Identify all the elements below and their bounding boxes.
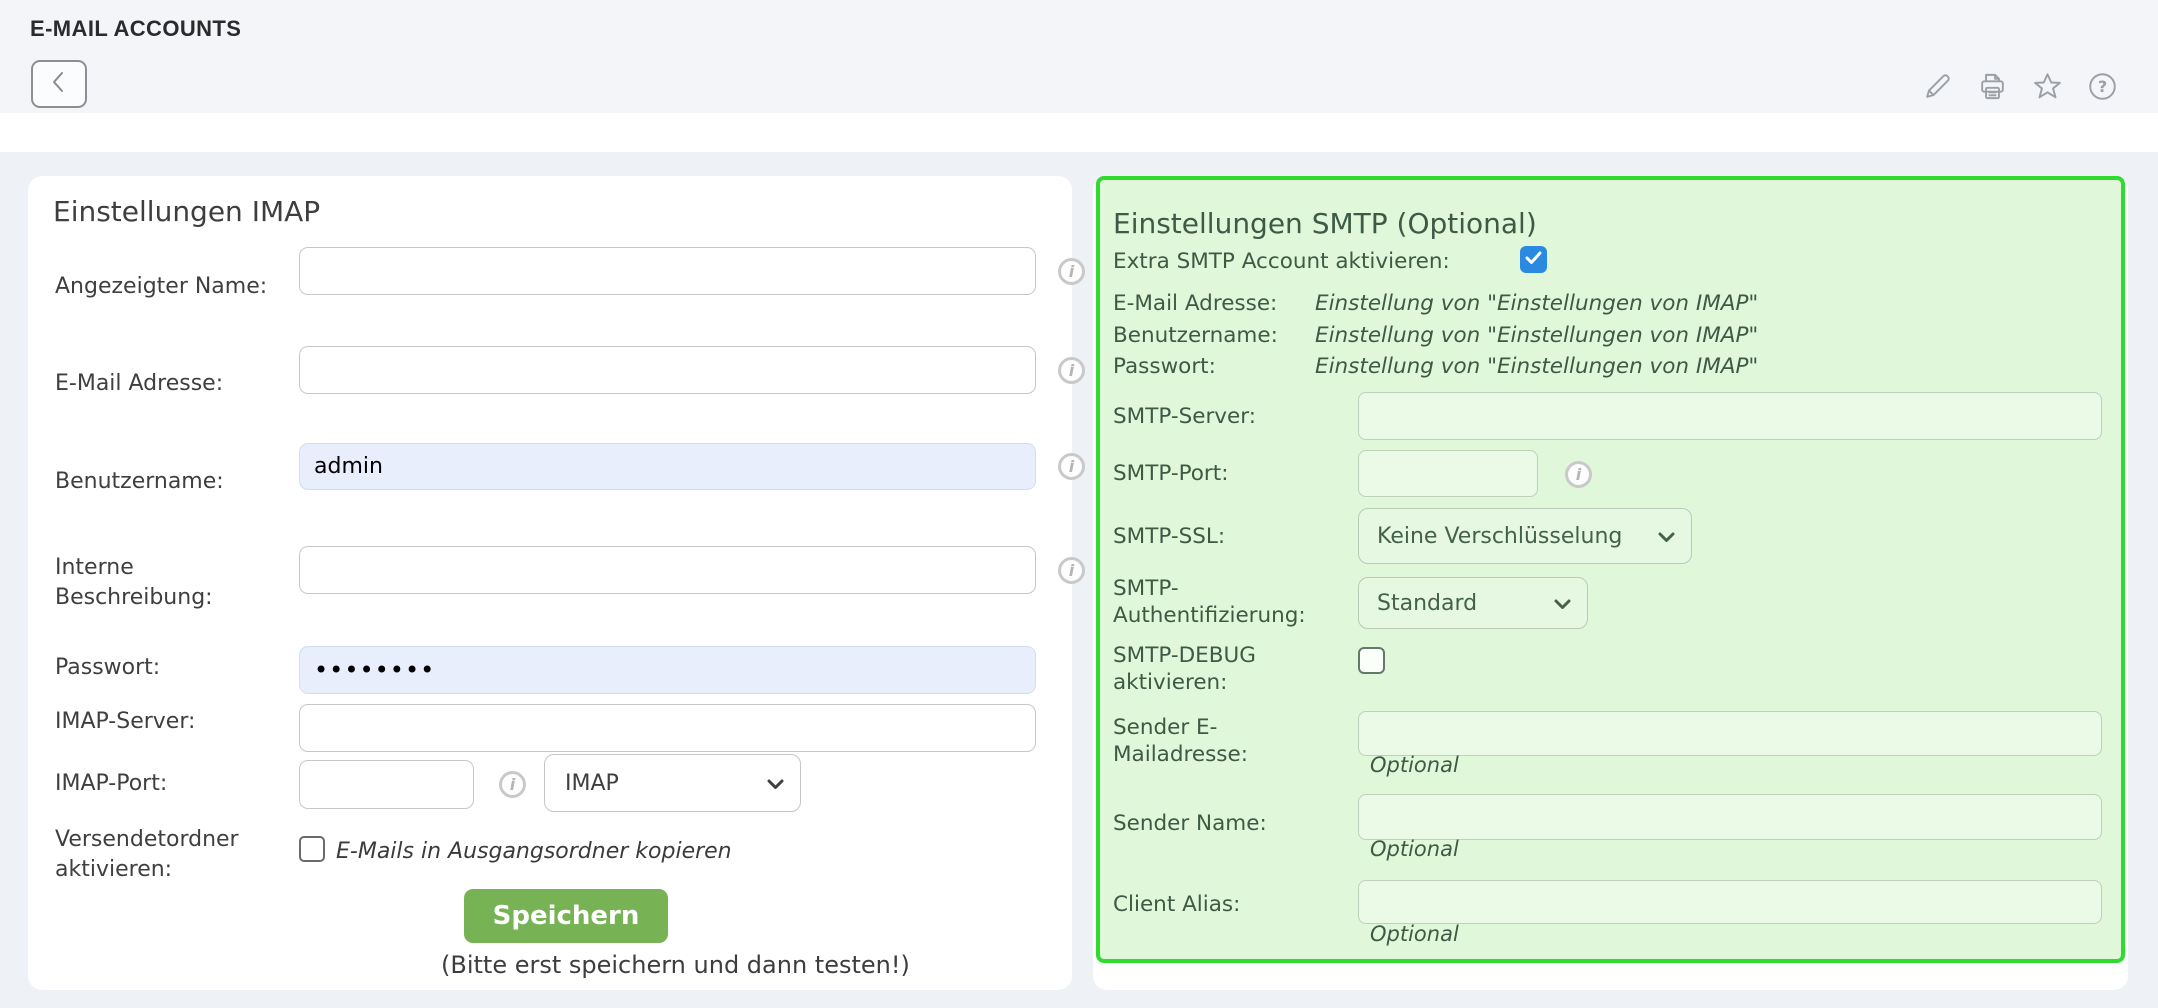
svg-text:?: ?	[2098, 77, 2107, 96]
info-icon[interactable]: i	[1058, 258, 1085, 285]
printer-icon[interactable]	[1977, 71, 2008, 102]
description-input[interactable]	[299, 546, 1036, 594]
sender-name-label: Sender Name:	[1113, 810, 1348, 837]
imap-server-label: IMAP-Server:	[55, 707, 285, 737]
smtp-auth-label: SMTP-Authentifizierung:	[1113, 575, 1348, 629]
smtp-email-label: E-Mail Adresse:	[1113, 290, 1348, 317]
smtp-debug-label: SMTP-DEBUG aktivieren:	[1113, 642, 1348, 696]
smtp-port-label: SMTP-Port:	[1113, 460, 1348, 487]
header-toolbar: ?	[1922, 71, 2118, 102]
star-icon[interactable]	[2032, 71, 2063, 102]
smtp-ssl-select[interactable]: Keine Verschlüsselung	[1358, 508, 1692, 564]
smtp-username-label: Benutzername:	[1113, 322, 1348, 349]
smtp-port-input[interactable]	[1358, 450, 1538, 497]
chevron-down-icon	[1658, 524, 1675, 549]
imap-protocol-selected-value: IMAP	[565, 771, 619, 796]
smtp-ssl-selected-value: Keine Verschlüsselung	[1377, 524, 1622, 549]
chevron-left-icon	[49, 68, 69, 100]
sender-name-input[interactable]	[1358, 794, 2102, 840]
imap-server-input[interactable]	[299, 704, 1036, 752]
info-icon[interactable]: i	[1058, 357, 1085, 384]
imap-panel: Einstellungen IMAP Angezeigter Name: i E…	[28, 176, 1072, 990]
page-header: E-MAIL ACCOUNTS	[0, 0, 2158, 113]
divider-strip	[0, 113, 2158, 152]
smtp-password-label: Passwort:	[1113, 353, 1348, 380]
info-icon[interactable]: i	[1058, 453, 1085, 480]
pencil-icon[interactable]	[1922, 71, 1953, 102]
display-name-input[interactable]	[299, 247, 1036, 295]
smtp-panel-title: Einstellungen SMTP (Optional)	[1113, 207, 1537, 241]
sent-folder-checkbox[interactable]	[299, 836, 325, 862]
smtp-email-value: Einstellung von "Einstellungen von IMAP"	[1315, 290, 1758, 317]
smtp-username-value: Einstellung von "Einstellungen von IMAP"	[1315, 322, 1758, 349]
display-name-label: Angezeigter Name:	[55, 272, 285, 302]
smtp-server-input[interactable]	[1358, 392, 2102, 440]
sender-email-optional-note: Optional	[1370, 753, 1459, 777]
sender-email-label: Sender E-Mailadresse:	[1113, 714, 1348, 768]
info-icon[interactable]: i	[1565, 461, 1592, 488]
description-label: Interne Beschreibung:	[55, 553, 285, 613]
sender-email-input[interactable]	[1358, 711, 2102, 756]
save-hint: (Bitte erst speichern und dann testen!)	[441, 951, 910, 979]
email-label: E-Mail Adresse:	[55, 369, 285, 399]
sent-folder-checkbox-label: E-Mails in Ausgangsordner kopieren	[336, 837, 732, 867]
save-button[interactable]: Speichern	[464, 889, 668, 943]
email-accounts-screen: E-MAIL ACCOUNTS	[0, 0, 2158, 1008]
back-button[interactable]	[31, 60, 87, 108]
username-label: Benutzername:	[55, 467, 285, 497]
help-icon[interactable]: ?	[2087, 71, 2118, 102]
smtp-panel: Einstellungen SMTP (Optional) Extra SMTP…	[1093, 176, 2128, 990]
sent-folder-label: Versendetordner aktivieren:	[55, 825, 285, 885]
smtp-debug-checkbox[interactable]	[1358, 647, 1385, 674]
info-icon[interactable]: i	[1058, 557, 1085, 584]
checkmark-icon	[1525, 250, 1542, 269]
username-input[interactable]	[299, 443, 1036, 490]
smtp-password-value: Einstellung von "Einstellungen von IMAP"	[1315, 353, 1758, 380]
client-alias-label: Client Alias:	[1113, 891, 1348, 918]
info-icon[interactable]: i	[499, 771, 526, 798]
smtp-server-label: SMTP-Server:	[1113, 403, 1348, 430]
chevron-down-icon	[767, 771, 784, 796]
smtp-ssl-label: SMTP-SSL:	[1113, 523, 1348, 550]
client-alias-optional-note: Optional	[1370, 922, 1459, 946]
smtp-enable-label: Extra SMTP Account aktivieren:	[1113, 248, 1533, 275]
page-title: E-MAIL ACCOUNTS	[30, 16, 241, 42]
smtp-auth-selected-value: Standard	[1377, 591, 1477, 616]
client-alias-input[interactable]	[1358, 880, 2102, 924]
imap-panel-title: Einstellungen IMAP	[53, 194, 320, 230]
imap-port-label: IMAP-Port:	[55, 769, 285, 799]
imap-port-input[interactable]	[299, 760, 474, 809]
email-input[interactable]	[299, 346, 1036, 394]
sender-name-optional-note: Optional	[1370, 837, 1459, 861]
password-label: Passwort:	[55, 653, 285, 683]
password-input[interactable]	[299, 646, 1036, 694]
chevron-down-icon	[1554, 591, 1571, 616]
extra-smtp-checkbox[interactable]	[1520, 246, 1547, 273]
imap-protocol-select[interactable]: IMAP	[544, 754, 801, 812]
smtp-auth-select[interactable]: Standard	[1358, 577, 1588, 629]
